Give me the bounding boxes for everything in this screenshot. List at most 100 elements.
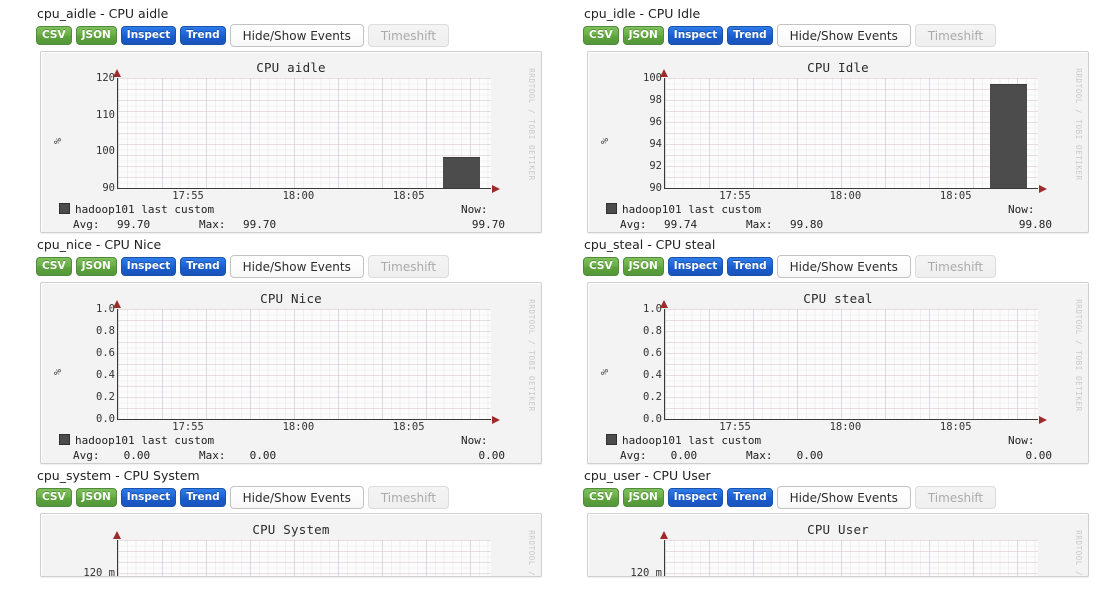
plot-area-cpu_aidle: % 90 100 110 120 17:55 18:00 18:05: [41, 69, 511, 202]
metric-header-cpu_nice: cpu_nice - CPU Nice: [37, 237, 162, 252]
hide-show-events-button[interactable]: Hide/Show Events: [229, 486, 364, 509]
graph-panel-cpu_nice: CPU Nice RRDTOOL / TOBI OETIKER% 0.0 0.2 0.4…: [40, 282, 542, 464]
y-tick-labels-cpu_steal: 0.0 0.2 0.4 0.6 0.8 1.0: [620, 303, 662, 425]
trend-button[interactable]: Trend: [180, 26, 226, 45]
y-axis-label-cpu_nice: %: [53, 368, 64, 375]
csv-button[interactable]: CSV: [36, 257, 72, 276]
chart-legend-cpu_nice: hadoop101 last customNow: 0.00Min: 0.00A…: [59, 433, 531, 463]
legend-color-swatch: [59, 434, 70, 445]
y-axis-arrow-icon: [113, 69, 121, 77]
legend-max-value: 99.70: [243, 218, 277, 231]
chart-legend-cpu_aidle: hadoop101 last customNow: 99.70Min: 99.7…: [59, 202, 531, 232]
legend-row: hadoop101 last customNow: 99.80Min: 99.7…: [606, 202, 1078, 231]
grid-minor: [118, 78, 491, 188]
x-tick-label: 18:05: [392, 421, 425, 433]
csv-button[interactable]: CSV: [583, 488, 619, 507]
trend-button[interactable]: Trend: [727, 257, 773, 276]
rrdtool-watermark: RRDTOOL / TOBI OETIKER: [1071, 520, 1085, 576]
legend-avg: Avg: 99.74: [620, 217, 697, 232]
inspect-button[interactable]: Inspect: [667, 257, 724, 276]
x-tick-label: 18:05: [939, 421, 972, 433]
graph-panel-cpu_steal: CPU steal RRDTOOL / TOBI OETIKER% 0.0 0.2 0.…: [587, 282, 1089, 464]
timeshift-button: Timeshift: [914, 255, 997, 278]
csv-button[interactable]: CSV: [36, 488, 72, 507]
json-button[interactable]: JSON: [75, 488, 117, 507]
toolbar-cpu_system: CSV JSON Inspect Trend Hide/Show Events Times…: [36, 486, 548, 509]
x-tick-label: 18:00: [282, 190, 315, 202]
plot-canvas-cpu_nice: [113, 300, 500, 424]
y-tick-label: 0.4: [96, 369, 115, 381]
hide-show-events-button[interactable]: Hide/Show Events: [776, 24, 911, 47]
csv-button[interactable]: CSV: [583, 26, 619, 45]
toolbar-cpu_user: CSV JSON Inspect Trend Hide/Show Events Times…: [583, 486, 1095, 509]
json-button[interactable]: JSON: [75, 26, 117, 45]
legend-now-label: Now:: [1008, 203, 1035, 216]
legend-max-label: Max:: [746, 449, 773, 462]
legend-max-label: Max:: [746, 218, 773, 231]
metric-block-cpu_steal: cpu_steal - CPU steal CSV JSON Inspect Trend…: [583, 237, 1095, 464]
legend-now-label: Now:: [461, 434, 488, 447]
plot-canvas-cpu_system: [113, 531, 491, 576]
y-tick-label: 92: [649, 160, 662, 172]
inspect-button[interactable]: Inspect: [667, 26, 724, 45]
hide-show-events-button[interactable]: Hide/Show Events: [776, 486, 911, 509]
trend-button[interactable]: Trend: [727, 26, 773, 45]
inspect-button[interactable]: Inspect: [120, 257, 177, 276]
y-axis-label-cpu_steal: %: [600, 368, 611, 375]
x-axis-arrow-icon: [1039, 416, 1047, 424]
y-tick-label: 0.0: [96, 413, 115, 425]
legend-series-entry: hadoop101 last custom: [606, 202, 761, 217]
y-tick-label: 0.8: [96, 325, 115, 337]
csv-button[interactable]: CSV: [583, 257, 619, 276]
trend-button[interactable]: Trend: [180, 257, 226, 276]
plot-area-cpu_steal: % 0.0 0.2 0.4 0.6 0.8 1.0 17:55 18:00 18:05: [588, 300, 1058, 433]
metric-panels-grid: cpu_aidle - CPU aidle CSV JSON Inspect Trend…: [0, 0, 1103, 581]
legend-now-label: Now:: [461, 203, 488, 216]
legend-row: hadoop101 last customNow: 99.70Min: 99.7…: [59, 202, 531, 231]
legend-row: Avg: 99.74 Max: 99.80: [606, 217, 1078, 232]
y-tick-labels-cpu_idle: 90 92 94 96 98 100: [620, 72, 662, 194]
legend-row: Avg: 99.70 Max: 99.70: [59, 217, 531, 232]
inspect-button[interactable]: Inspect: [120, 488, 177, 507]
legend-avg-value: 0.00: [670, 449, 698, 462]
legend-max-value: 99.80: [790, 218, 824, 231]
y-tick-labels-cpu_aidle: 90 100 110 120: [73, 72, 115, 194]
y-tick-label: 100: [96, 145, 115, 158]
trend-button[interactable]: Trend: [180, 488, 226, 507]
hide-show-events-button[interactable]: Hide/Show Events: [229, 255, 364, 278]
legend-series-name: hadoop101: [622, 203, 682, 216]
x-tick-label: 18:00: [282, 421, 315, 433]
graph-panel-cpu_user: CPU UserRRDTOOL / TOBI OETIKER%120 m: [587, 513, 1089, 577]
trend-button[interactable]: Trend: [727, 488, 773, 507]
json-button[interactable]: JSON: [75, 257, 117, 276]
json-button[interactable]: JSON: [622, 488, 664, 507]
legend-avg: Avg: 0.00: [620, 448, 697, 463]
y-tick-label: 0.6: [643, 347, 662, 359]
x-tick-label: 17:55: [172, 421, 204, 433]
inspect-button[interactable]: Inspect: [120, 26, 177, 45]
y-axis-arrow-icon: [660, 531, 668, 539]
legend-series-name: hadoop101: [75, 434, 135, 447]
legend-row: Avg: 0.00 Max: 0.00: [606, 448, 1078, 463]
metric-header-cpu_user: cpu_user - CPU User: [584, 468, 711, 483]
metric-block-cpu_system: cpu_system - CPU System CSV JSON Inspect Tre…: [36, 468, 548, 577]
legend-max: Max: 0.00: [746, 448, 823, 463]
csv-button[interactable]: CSV: [36, 26, 72, 45]
plot-area-cpu_idle: % 90 92 94 96 98 100 17:55 18:00 18:05: [588, 69, 1058, 202]
json-button[interactable]: JSON: [622, 257, 664, 276]
legend-row: hadoop101 last customNow: 0.00Min: 0.00: [606, 433, 1078, 462]
x-tick-label: 17:55: [719, 190, 751, 202]
inspect-button[interactable]: Inspect: [667, 488, 724, 507]
legend-max-label: Max:: [199, 449, 226, 462]
plot-canvas-cpu_steal: [660, 300, 1047, 424]
y-tick-label: 90: [102, 182, 115, 194]
hide-show-events-button[interactable]: Hide/Show Events: [229, 24, 364, 47]
metric-header-cpu_aidle: cpu_aidle - CPU aidle: [37, 6, 169, 21]
rrdtool-watermark-text: RRDTOOL / TOBI OETIKER: [526, 68, 536, 181]
hide-show-events-button[interactable]: Hide/Show Events: [776, 255, 911, 278]
data-bar: [442, 157, 480, 188]
legend-avg-label: Avg:: [73, 449, 100, 462]
plot-canvas-cpu_idle: [660, 69, 1047, 193]
x-tick-label: 18:00: [829, 421, 862, 433]
json-button[interactable]: JSON: [622, 26, 664, 45]
